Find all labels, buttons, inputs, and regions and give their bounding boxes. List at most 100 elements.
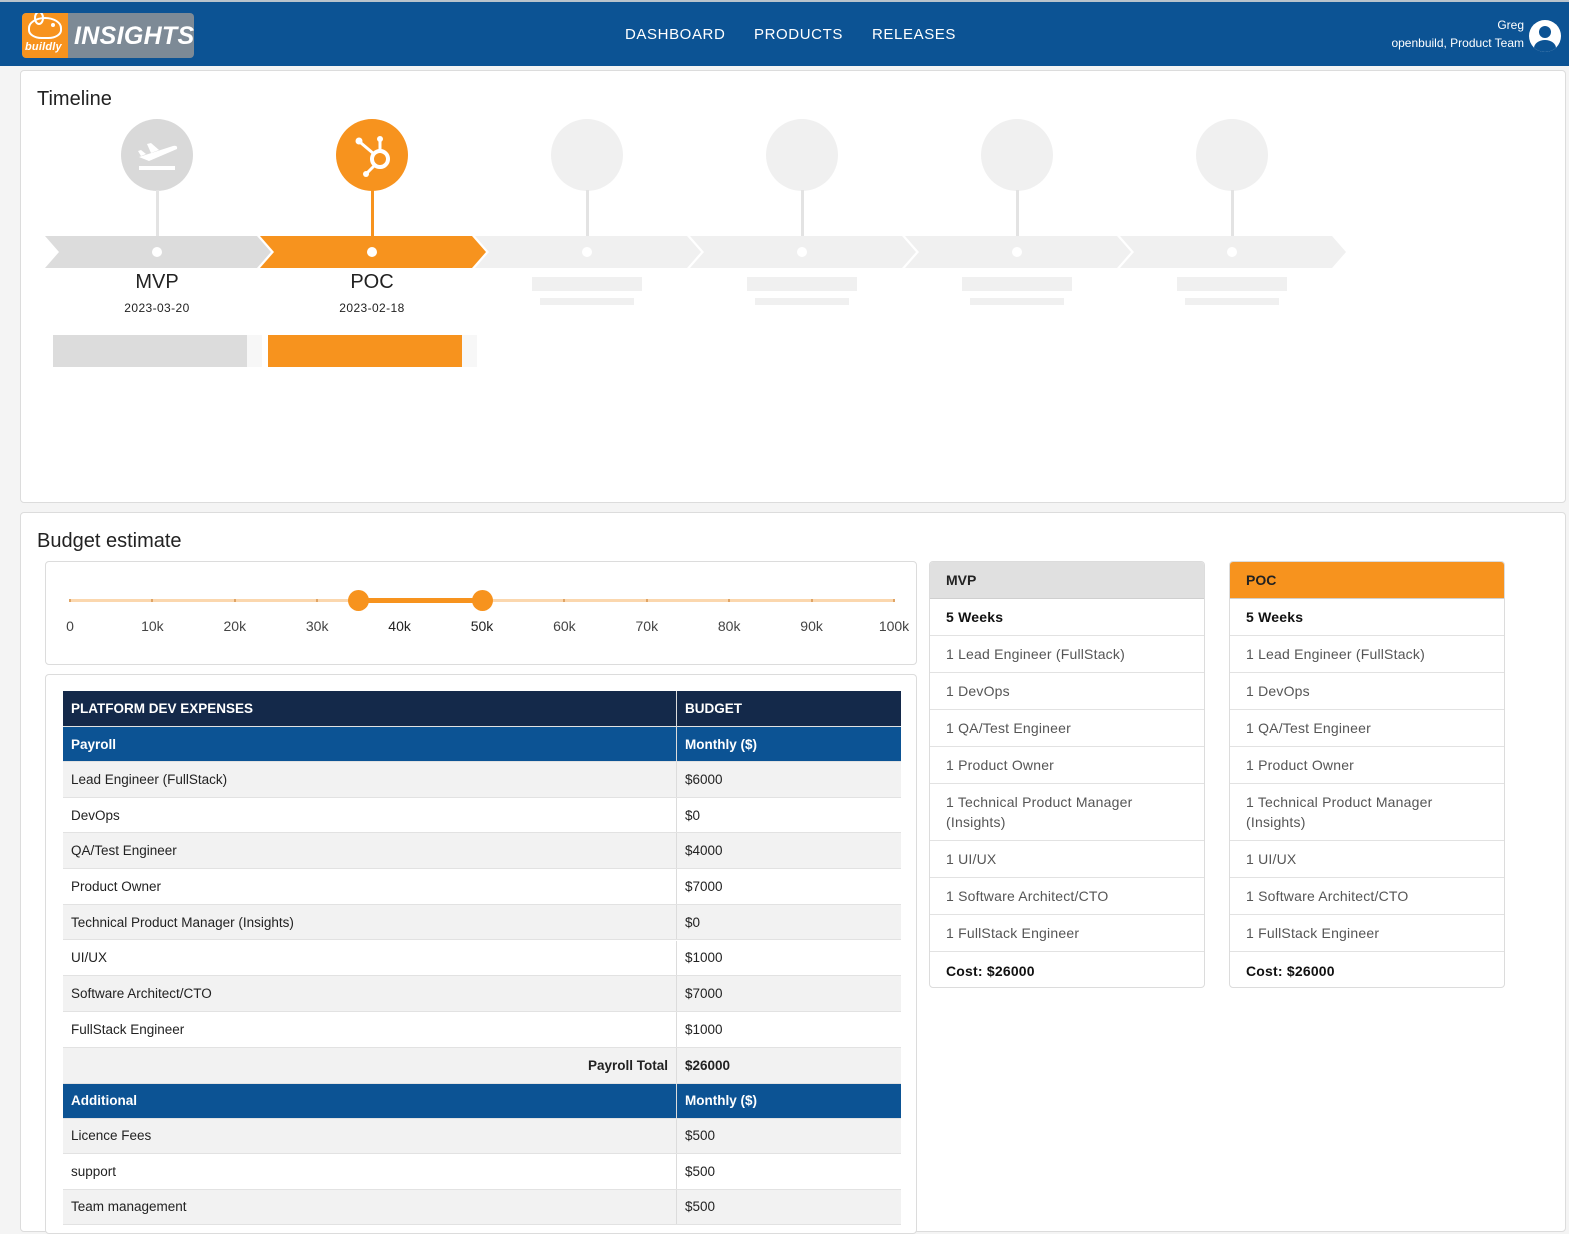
user-name: Greg: [1497, 18, 1524, 32]
placeholder-circle: [766, 119, 838, 191]
release-team-member: 1 FullStack Engineer: [930, 915, 1204, 952]
cell-label: QA/Test Engineer: [63, 833, 677, 869]
payroll-section-row: Payroll Monthly ($): [63, 727, 901, 762]
timeline-stem: [156, 190, 159, 237]
release-circle-poc[interactable]: [336, 119, 408, 191]
cell-value: $26000: [685, 1057, 731, 1073]
cell-value: $500: [685, 1128, 716, 1144]
cell-value: Monthly ($): [685, 1093, 757, 1109]
table-row: Software Architect/CTO $7000: [63, 976, 901, 1012]
cell-value: Monthly ($): [685, 736, 757, 752]
release-card-header: MVP: [930, 562, 1204, 599]
release-team-member: 1 Product Owner: [930, 747, 1204, 784]
slider-tick-label: 30k: [305, 618, 329, 634]
insights-logo[interactable]: buildly INSIGHTS: [22, 13, 194, 58]
timeline-dot: [1227, 247, 1237, 257]
release-duration-bar[interactable]: [268, 335, 462, 367]
buildly-rabbit-logo-icon: buildly: [22, 13, 68, 58]
release-card-header: POC: [1230, 562, 1504, 599]
table-row: UI/UX $1000: [63, 940, 901, 977]
slider-tick: [810, 599, 813, 602]
slider-max-thumb[interactable]: [472, 590, 493, 611]
cell-label: Software Architect/CTO: [63, 976, 677, 1011]
release-circle-mvp[interactable]: [121, 119, 193, 191]
slider-selected-track: [358, 598, 482, 603]
cell-value: $6000: [685, 771, 723, 787]
placeholder-label: [962, 277, 1072, 291]
timeline-dot: [1012, 247, 1022, 257]
release-team-member: 1 UI/UX: [930, 841, 1204, 878]
cell-value: BUDGET: [685, 701, 742, 716]
timeline-stem: [1231, 190, 1234, 237]
slider-min-thumb[interactable]: [348, 590, 370, 611]
account-circle-icon[interactable]: [1529, 20, 1561, 52]
release-label[interactable]: MVP: [50, 271, 264, 294]
slider-tick-label: 20k: [223, 618, 247, 634]
placeholder-circle: [981, 119, 1053, 191]
airplane-takeoff-icon: [138, 143, 178, 170]
release-budget-card-poc: POC 5 Weeks 1 Lead Engineer (FullStack) 1 D…: [1229, 561, 1505, 988]
cell-label: Payroll Total: [63, 1047, 677, 1083]
cell-value: $1000: [685, 1021, 723, 1037]
release-duration-bar[interactable]: [53, 335, 247, 367]
budget-range-slider: 0 10k 20k 30k 40k 50k 60k 70k 80k 90k 100k: [45, 561, 917, 665]
release-duration: 5 Weeks: [1230, 599, 1504, 636]
payroll-total-row: Payroll Total $26000: [63, 1047, 901, 1084]
timeline-dot: [367, 247, 377, 257]
release-cost: Cost: $26000: [1246, 962, 1335, 979]
slider-tick-label: 40k: [388, 618, 411, 634]
timeline-title: Timeline: [37, 88, 112, 110]
table-row: Licence Fees $500: [63, 1118, 901, 1155]
cell-value: $0: [685, 914, 701, 930]
slider-tick: [563, 599, 566, 602]
slider-tick: [645, 599, 648, 602]
app-bar: buildly INSIGHTS DASHBOARD PRODUCTS RELE…: [0, 0, 1569, 66]
cell-label: DevOps: [63, 797, 677, 833]
budget-title: Budget estimate: [37, 530, 182, 552]
slider-tick-label: 0: [66, 618, 74, 634]
cell-value: $1000: [685, 950, 723, 966]
placeholder-label: [532, 277, 642, 291]
release-team-member: 1 Lead Engineer (FullStack): [930, 636, 1204, 673]
cell-label: FullStack Engineer: [63, 1011, 677, 1047]
timeline-dot: [152, 247, 162, 257]
slider-tick-label: 80k: [717, 618, 741, 634]
release-team-member: 1 DevOps: [930, 673, 1204, 710]
timeline-stem: [371, 190, 374, 237]
hubspot-icon: [355, 136, 390, 177]
release-duration: 5 Weeks: [930, 599, 1204, 636]
slider-tick: [893, 599, 895, 602]
nav-dashboard[interactable]: DASHBOARD: [625, 26, 725, 43]
slider-tick: [69, 599, 71, 602]
slider-tick: [151, 599, 154, 602]
placeholder-date: [1185, 298, 1279, 305]
placeholder-label: [747, 277, 857, 291]
slider-tick-label: 60k: [553, 618, 576, 634]
logo-word: buildly: [25, 41, 62, 53]
placeholder-date: [540, 298, 634, 305]
table-row: FullStack Engineer $1000: [63, 1011, 901, 1048]
table-row: QA/Test Engineer $4000: [63, 833, 901, 870]
release-budget-card-mvp: MVP 5 Weeks 1 Lead Engineer (FullStack) 1 D…: [929, 561, 1205, 988]
release-label[interactable]: POC: [265, 271, 479, 294]
budget-table: PLATFORM DEV EXPENSES BUDGET Payroll Monthl…: [45, 674, 917, 1234]
cell-label: Licence Fees: [63, 1118, 677, 1154]
cell-value: $500: [685, 1199, 716, 1215]
nav-releases[interactable]: RELEASES: [872, 26, 956, 43]
release-date: 2023-03-20: [124, 301, 190, 315]
cell-value: $0: [685, 807, 701, 823]
table-row: Technical Product Manager (Insights) $0: [63, 904, 901, 941]
cell-label: Team management: [63, 1189, 677, 1225]
slider-tick: [233, 599, 236, 602]
timeline-stem: [586, 190, 589, 237]
slider-tick-label: 70k: [635, 618, 659, 634]
release-team-member: 1 Product Owner: [1230, 747, 1504, 784]
cell-label: support: [63, 1154, 677, 1189]
release-date: 2023-02-18: [339, 301, 405, 315]
placeholder-date: [970, 298, 1064, 305]
slider-tick-label: 90k: [800, 618, 823, 634]
release-duration-bar-gap: [462, 335, 477, 367]
cell-value: $7000: [685, 986, 723, 1002]
nav-products[interactable]: PRODUCTS: [754, 26, 843, 43]
placeholder-circle: [1196, 119, 1268, 191]
